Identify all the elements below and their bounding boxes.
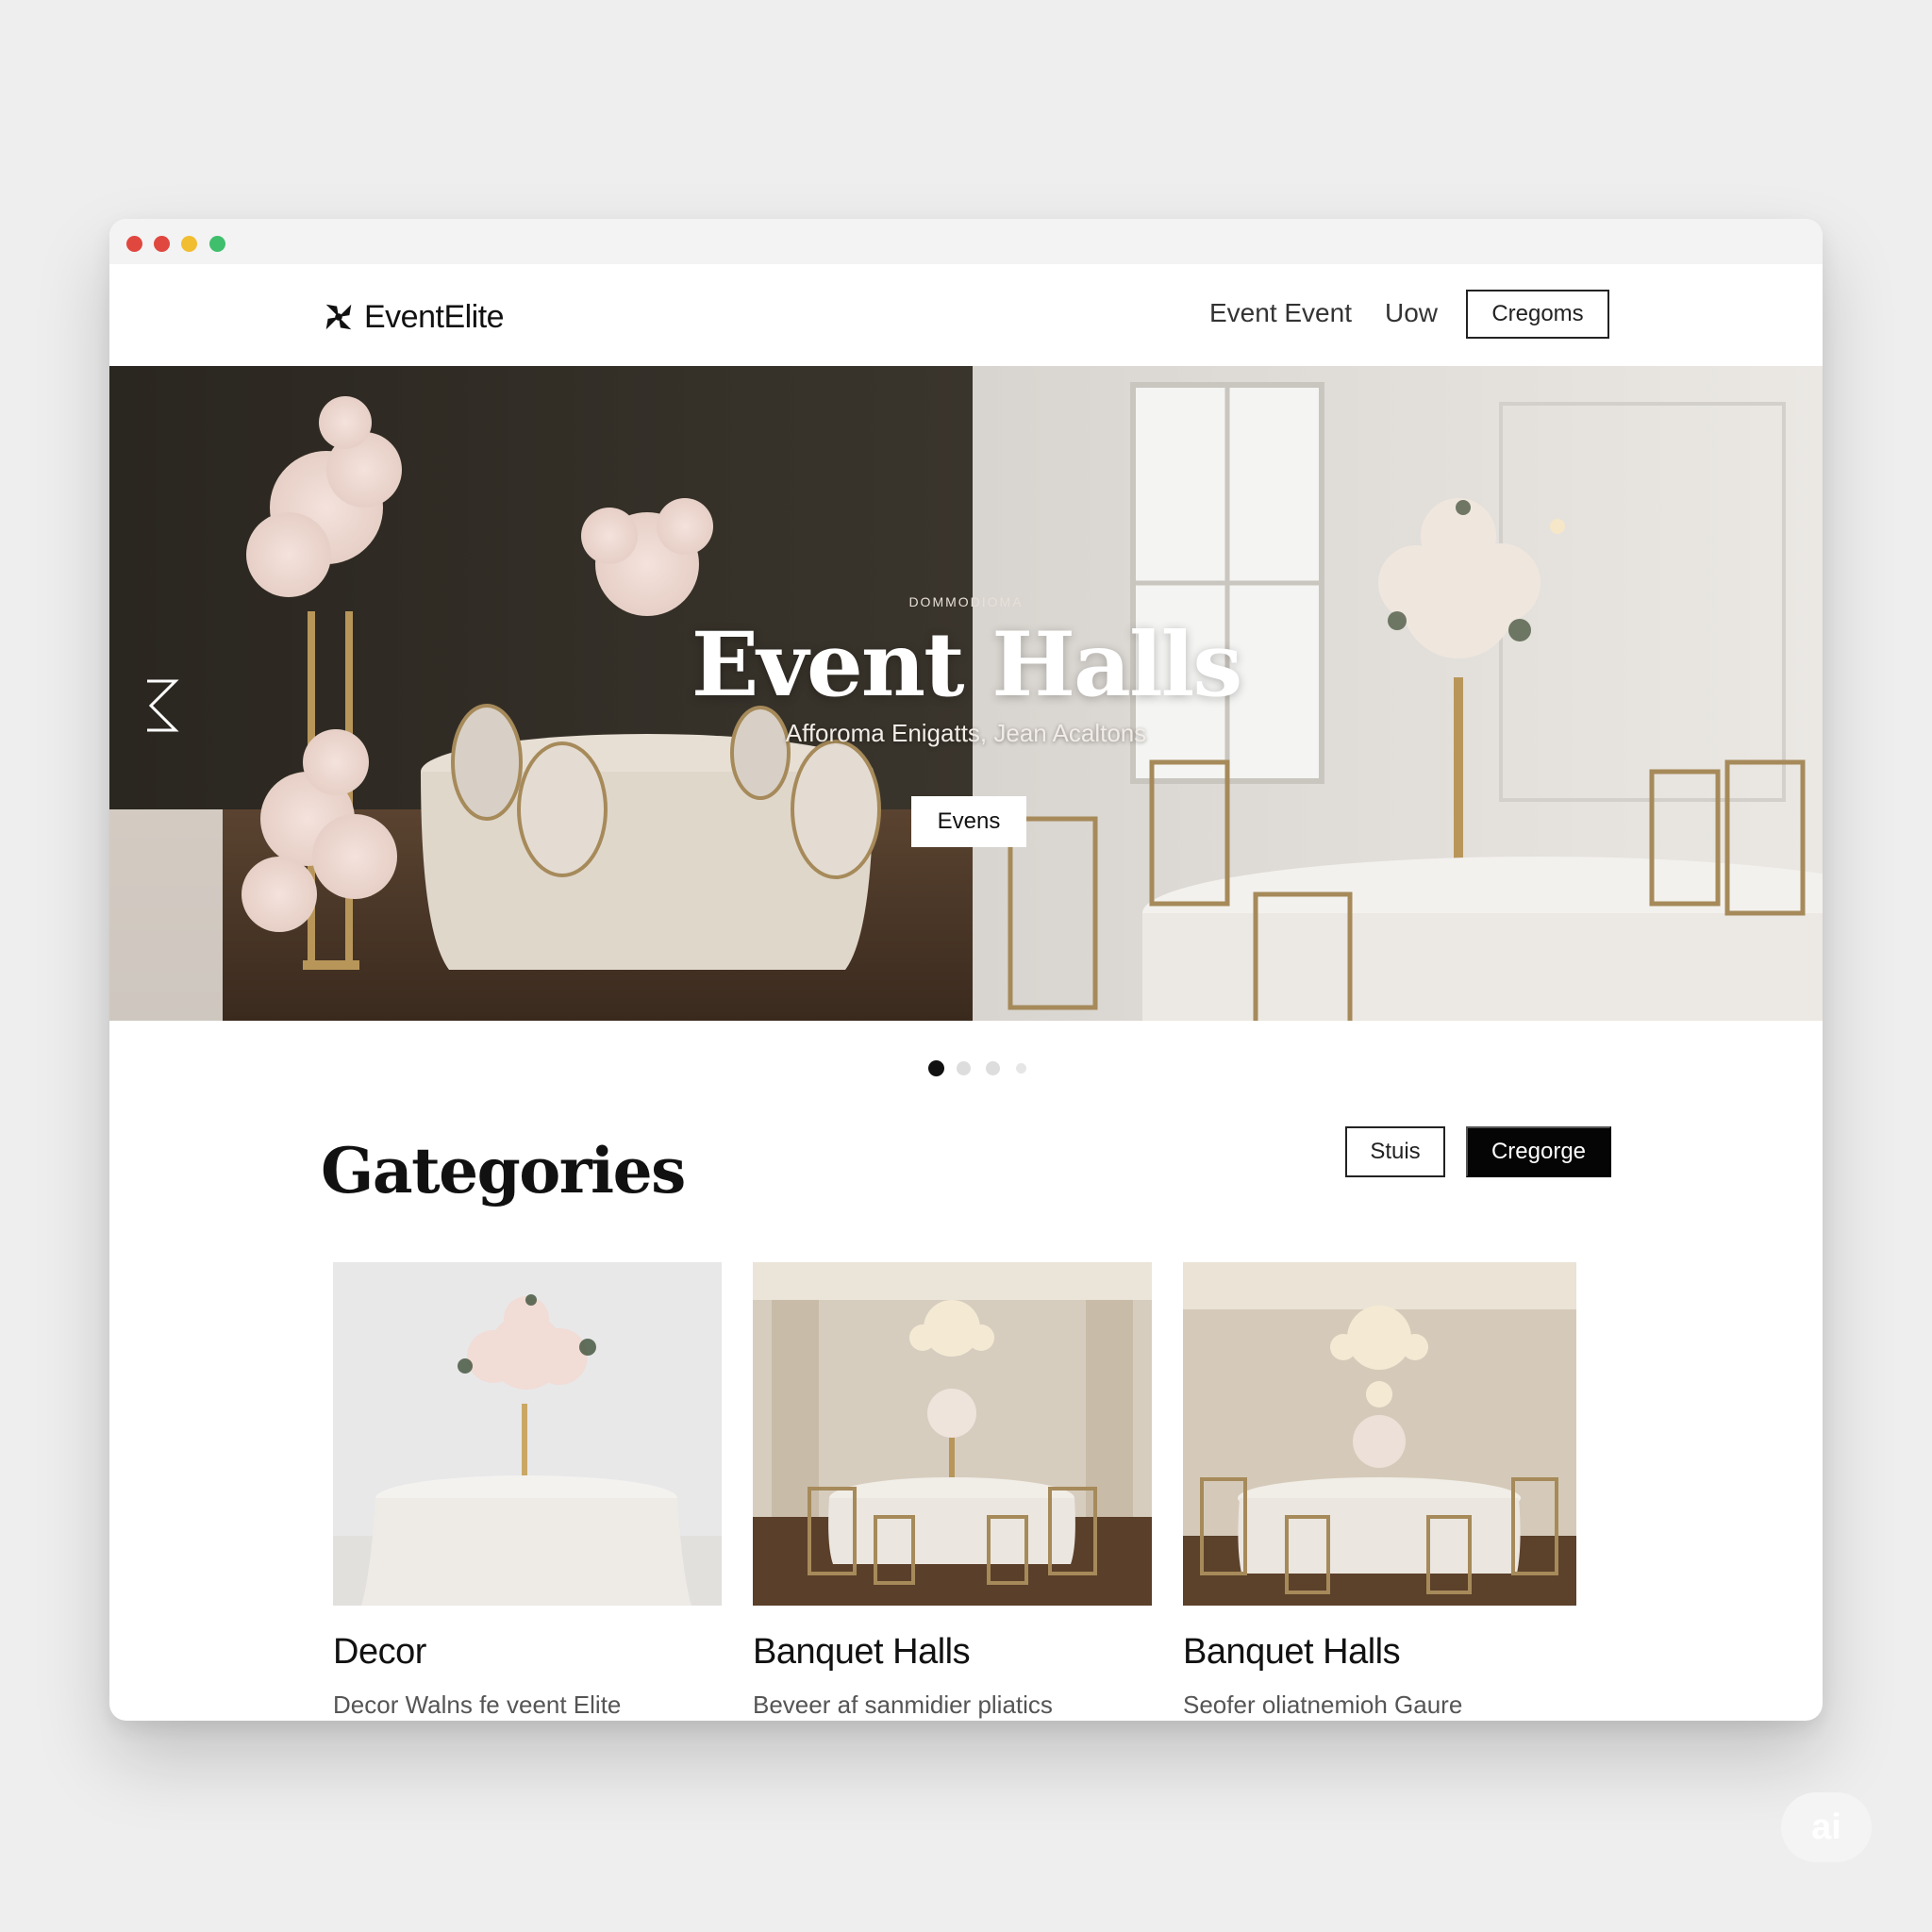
carousel-dot-4[interactable] <box>1016 1063 1026 1074</box>
close-window-dot[interactable] <box>126 236 142 252</box>
category-card-title: Decor <box>333 1632 426 1672</box>
hero-subtitle: Afforoma Enigatts, Jean Acaltons <box>785 719 1147 747</box>
category-card-title: Banquet Halls <box>753 1632 971 1672</box>
brand-logo-icon <box>325 304 352 330</box>
hero-eyebrow: DOMMODIOMA <box>908 594 1024 609</box>
categories-title: Gategories <box>321 1134 686 1208</box>
close-window-dot-secondary[interactable] <box>154 236 170 252</box>
nav-link-event[interactable]: Event Event <box>1209 298 1352 328</box>
category-card-description: Seofer oliatnemioh Gaure <box>1183 1690 1463 1719</box>
brand-name: EventElite <box>364 298 505 335</box>
category-card-image <box>333 1262 722 1606</box>
browser-window: EventElite Event Event Uow Cregoms DOMMO… <box>109 219 1823 1721</box>
top-navigation: EventElite Event Event Uow Cregoms <box>109 264 1823 366</box>
nav-link-uow[interactable]: Uow <box>1385 298 1438 328</box>
category-card-title: Banquet Halls <box>1183 1632 1401 1672</box>
category-card-image <box>1183 1262 1576 1606</box>
filter-solid-button[interactable]: Cregorge <box>1466 1126 1611 1177</box>
carousel-dot-2[interactable] <box>957 1061 971 1075</box>
ai-watermark-badge: ai <box>1781 1792 1872 1862</box>
nav-categories-button[interactable]: Cregoms <box>1466 290 1609 339</box>
carousel-pagination <box>109 1060 1823 1079</box>
brand-logo[interactable]: EventElite <box>321 294 505 340</box>
hero-title: Event Halls <box>691 613 1243 717</box>
category-card-description: Decor Walns fe veent Elite <box>333 1690 622 1719</box>
hero-cta-button[interactable]: Evens <box>911 796 1026 847</box>
carousel-dot-1-active[interactable] <box>928 1060 944 1076</box>
carousel-dot-3[interactable] <box>986 1061 1000 1075</box>
window-chrome <box>109 219 1823 264</box>
hero-carousel: DOMMODIOMA Event Halls Afforoma Enigatts… <box>109 366 1823 1021</box>
maximize-window-dot[interactable] <box>209 236 225 252</box>
category-card-description: Beveer af sanmidier pliatics <box>753 1690 1053 1719</box>
filter-outline-button[interactable]: Stuis <box>1345 1126 1445 1177</box>
category-card-image <box>753 1262 1152 1606</box>
minimize-window-dot[interactable] <box>181 236 197 252</box>
